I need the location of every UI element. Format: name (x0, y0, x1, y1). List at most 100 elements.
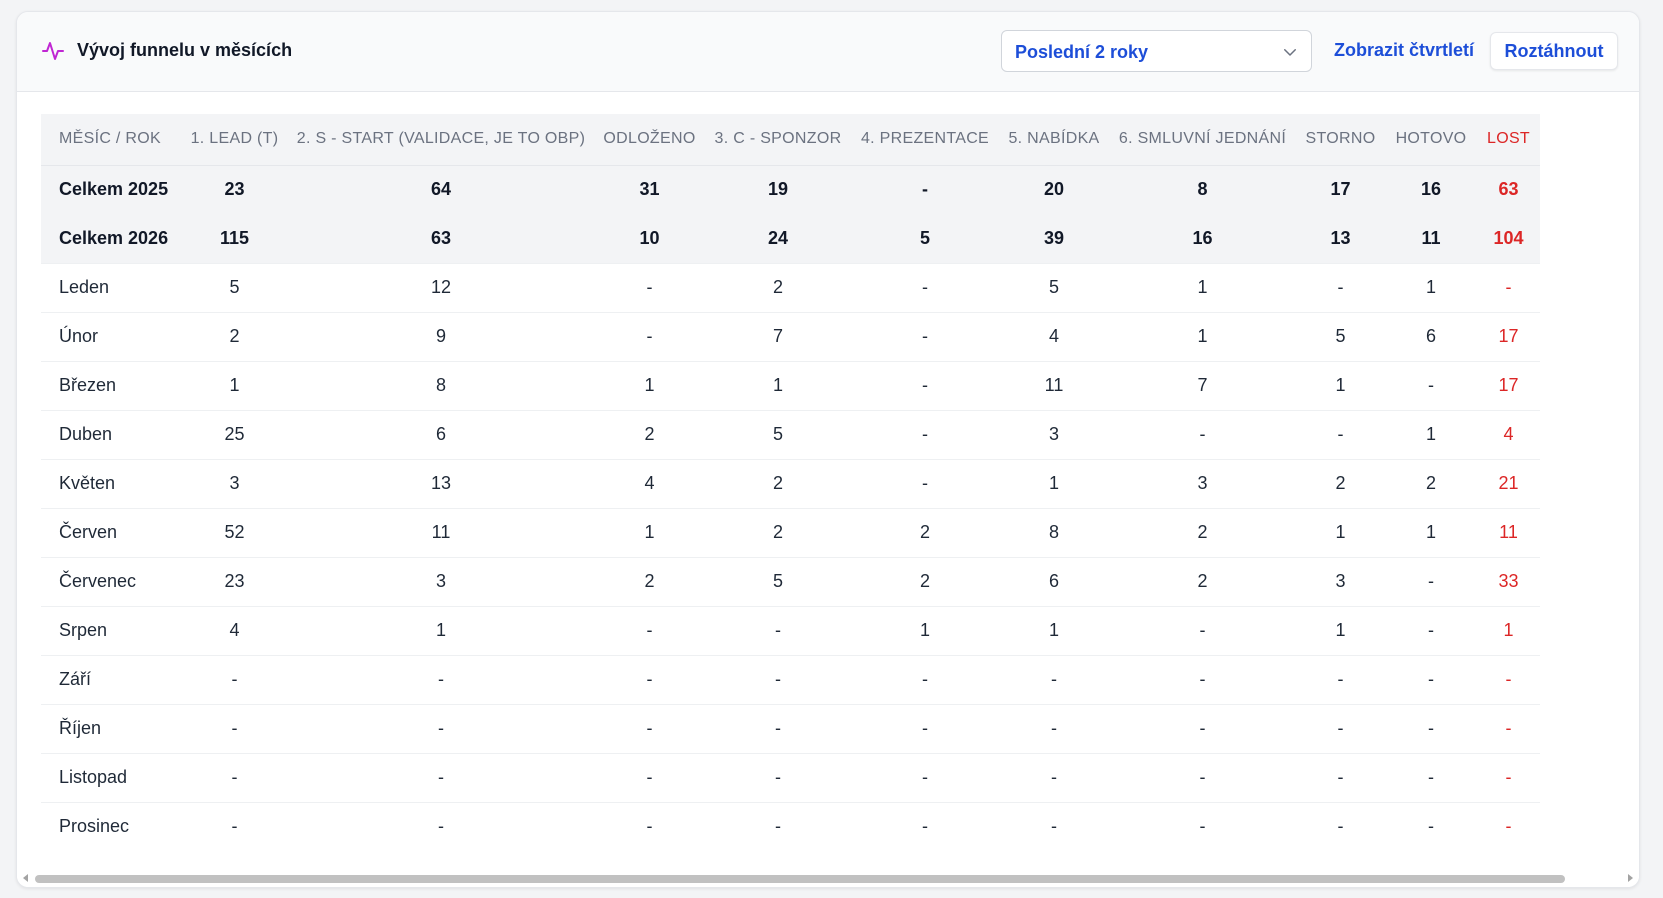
table-cell: 1 (1197, 277, 1208, 297)
table-cell: - (1505, 277, 1512, 297)
table-cell: 10 (639, 227, 660, 248)
column-header: 3. C - SPONZOR (714, 130, 842, 148)
table-cell: - (1505, 669, 1512, 689)
table-cell: 17 (1498, 326, 1519, 346)
row-label: Leden (59, 277, 110, 297)
table-cell: 104 (1493, 227, 1524, 248)
activity-icon (42, 42, 64, 60)
row-label: Květen (59, 473, 116, 493)
scroll-right-icon[interactable] (1628, 874, 1633, 882)
table-cell: 11 (431, 522, 451, 542)
table-cell: 13 (1330, 227, 1351, 248)
table-cell: - (1337, 767, 1344, 787)
table-row: Leden 5 12 - 2 - 5 1 - 1 - (41, 263, 1540, 312)
table-cell: - (438, 669, 444, 689)
table-cell: - (775, 767, 781, 787)
table-cell: 3 (435, 571, 446, 591)
table-cell: 21 (1498, 473, 1519, 493)
table-row: Říjen - - - - - - - - - - (41, 704, 1540, 753)
period-select-value: Poslední 2 roky (1015, 42, 1149, 62)
table-cell: - (1199, 718, 1206, 738)
table-row: Listopad - - - - - - - - - - (41, 753, 1540, 802)
row-label: Červenec (59, 571, 137, 591)
table-cell: - (1199, 620, 1206, 640)
table-cell: 1 (1335, 375, 1346, 395)
table-cell: 8 (435, 375, 446, 395)
horizontal-scrollbar[interactable] (17, 871, 1639, 887)
table-cell: 6 (1048, 571, 1059, 591)
expand-button[interactable]: Roztáhnout (1490, 32, 1618, 70)
table-cell: 33 (1498, 571, 1519, 591)
table-cell: - (1428, 816, 1434, 837)
column-header: STORNO (1305, 130, 1376, 148)
table-cell: 31 (639, 179, 660, 200)
table-body: Celkem 2025 23 64 31 19-20 8 17 16 63 Celkem 2026… (41, 165, 1540, 851)
table-cell: 17 (1498, 375, 1519, 395)
table-cell: - (922, 375, 928, 395)
table-cell: 5 (772, 571, 783, 591)
row-label: Březen (59, 375, 117, 395)
chevron-down-icon (1284, 49, 1296, 56)
table-row: Červenec 23 3 2 5 2 6 2 3-33 (41, 557, 1540, 606)
column-header: HOTOVO (1395, 130, 1467, 148)
table-cell: 5 (1048, 277, 1059, 297)
table-cell: - (231, 718, 238, 738)
row-label: Prosinec (59, 816, 130, 837)
column-header: LOST (1487, 130, 1530, 148)
table-row: Srpen 4 1 - - 1 1 - 1 - 1 (41, 606, 1540, 655)
table-cell: 1 (1048, 473, 1059, 493)
table-cell: - (646, 718, 653, 738)
column-header: 6. SMLUVNÍ JEDNÁNÍ (1118, 130, 1287, 148)
column-header: ODLOŽENO (603, 130, 696, 148)
table-cell: - (646, 767, 653, 787)
column-header: 4. PREZENTACE (860, 130, 990, 148)
table-cell: - (922, 326, 928, 346)
table-cell: 64 (430, 179, 452, 200)
table-cell: 4 (644, 473, 655, 493)
table-cell: - (1051, 767, 1057, 787)
table-cell: 11 (1499, 522, 1518, 542)
table-cell: 5 (229, 277, 240, 297)
table-cell: - (922, 816, 928, 837)
show-quarters-link[interactable]: Zobrazit čtvrtletí (1334, 40, 1474, 61)
table-row: Září - - - - - - - - - - (41, 655, 1540, 704)
table-cell: 9 (435, 326, 446, 346)
table-cell: - (1428, 620, 1434, 640)
table-row: Únor 2 9 - 7 - 4 1 5 6 17 (41, 312, 1540, 361)
table-cell: 3 (1048, 424, 1059, 444)
table-cell: - (646, 326, 653, 346)
table-cell: - (1505, 718, 1512, 738)
table-cell: - (1051, 718, 1057, 738)
table-cell: 24 (767, 227, 789, 248)
table-cell: - (1051, 669, 1057, 689)
table-cell: 4 (1503, 424, 1514, 444)
card-header: Vývoj funnelu v měsících Poslední 2 roky… (17, 12, 1639, 92)
table-cell: 1 (229, 375, 240, 395)
row-label: Listopad (59, 767, 128, 787)
table-cell: 12 (430, 277, 452, 297)
table-cell: - (1428, 718, 1434, 738)
scroll-left-icon[interactable] (23, 874, 28, 882)
table-cell: 4 (1048, 326, 1059, 346)
table-cell: 2 (229, 326, 240, 346)
row-label: Červen (59, 522, 118, 542)
total-row: Celkem 2026 115 63 10 24 5 39 16 13 11 104 (41, 214, 1540, 263)
table-row: Březen 1 8 1 1-11 7 1-17 (41, 361, 1540, 410)
table-cell: 52 (224, 522, 245, 542)
scrollbar-thumb[interactable] (35, 875, 1565, 883)
table-cell: 23 (224, 571, 245, 591)
column-header: MĚSÍC / ROK (59, 130, 161, 148)
table-header: MĚSÍC / ROK 1. LEAD (T) 2. S - START (VALI… (41, 114, 1540, 165)
table-cell: - (646, 669, 653, 689)
table-cell: - (231, 767, 238, 787)
table-cell: 1 (644, 375, 655, 395)
table-cell: 11 (1421, 227, 1441, 248)
table-cell: - (1199, 767, 1206, 787)
table-cell: - (922, 424, 928, 444)
table-cell: 115 (219, 227, 250, 248)
table-cell: 2 (1425, 473, 1436, 493)
table-cell: - (1337, 669, 1344, 689)
table-cell: - (775, 816, 781, 837)
row-label: Duben (59, 424, 113, 444)
period-select[interactable]: Poslední 2 roky (1001, 30, 1312, 72)
